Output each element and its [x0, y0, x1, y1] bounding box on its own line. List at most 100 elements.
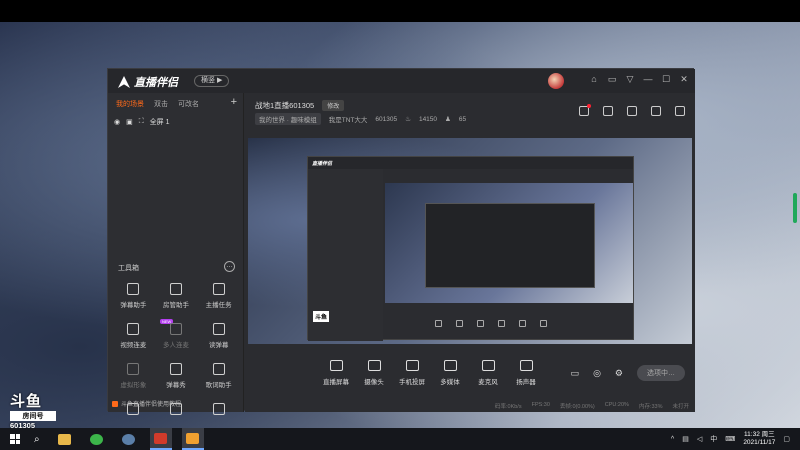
screen-capture-button[interactable]: 直播屏幕	[317, 360, 355, 386]
sidebar: 我的场景 双击 可改名 + ◉ ▣ ⛶ 全屏 1 工具箱 … 弹幕助手 房管助手…	[108, 93, 244, 415]
memory: 内存:33%	[638, 404, 663, 410]
microphone-button[interactable]: 麦克风	[469, 360, 507, 386]
room-label: 房间号	[10, 411, 56, 421]
stream-preview[interactable]: 直播伴侣 斗鱼	[248, 138, 692, 344]
tab-rename[interactable]: 可改名	[178, 99, 199, 109]
phone-cast-button[interactable]: 手机投屏	[393, 360, 431, 386]
inner-icon	[435, 319, 442, 327]
minimize-button[interactable]: —	[643, 74, 653, 84]
tool-danmu-assistant[interactable]: 弹幕助手	[112, 283, 155, 309]
tool-room-manager[interactable]: 房管助手	[155, 283, 198, 309]
danmu-icon	[127, 283, 140, 295]
start-live-button[interactable]: 选项中…	[637, 365, 685, 381]
tutorial-link[interactable]: 斗鱼直播伴侣使用教程	[112, 399, 181, 408]
side-handle[interactable]	[793, 193, 797, 223]
camera-button[interactable]: 摄像头	[355, 360, 393, 386]
tools-header: 工具箱	[118, 265, 139, 272]
logo-icon	[118, 76, 130, 88]
scene-item[interactable]: ◉ ▣ ⛶ 全屏 1	[114, 117, 169, 127]
fullscreen-icon: ⛶	[138, 118, 144, 125]
heat-count: 14150	[418, 115, 438, 123]
gift-icon[interactable]	[579, 104, 591, 116]
media-button[interactable]: 多媒体	[431, 360, 469, 386]
scene-tabs: 我的场景 双击 可改名	[116, 99, 199, 109]
tool-multi-link[interactable]: 多人连麦	[155, 323, 198, 349]
display-icon[interactable]: ▭	[607, 74, 617, 84]
browser-icon[interactable]	[86, 428, 108, 450]
chevron-up-icon[interactable]: ^	[671, 436, 674, 443]
share-icon[interactable]	[675, 106, 685, 116]
danmu-show-icon	[169, 363, 182, 375]
record-icon[interactable]: ▭	[571, 368, 580, 379]
clock[interactable]: 11:32 周三 2021/11/17	[743, 431, 775, 447]
top-black-bar	[0, 0, 800, 22]
douyu-logo: 斗鱼	[10, 393, 43, 410]
search-icon[interactable]: ⌕	[34, 434, 40, 445]
dropped-frames: 丢帧:0(0.00%)	[559, 404, 595, 410]
title-bar[interactable]: 直播伴侣 横竖 ▶ ⌂ ▭ ▽ — ☐ ✕	[108, 69, 695, 93]
header-actions	[579, 104, 685, 116]
lyrics-icon	[212, 363, 225, 375]
ime-indicator[interactable]: 中	[710, 434, 717, 444]
settings-icon[interactable]: ⚙	[615, 368, 623, 379]
tutorial-icon	[112, 400, 118, 407]
tool-lyrics[interactable]: 歌词助手	[197, 363, 240, 389]
streamer-name: 我是TNT大大	[328, 117, 368, 124]
monitor-icon	[329, 360, 343, 371]
close-button[interactable]: ✕	[679, 74, 689, 84]
system-tray: ^ ▤ ◁ 中 ⌨ 11:32 周三 2021/11/17 ▢	[671, 431, 790, 447]
edit-title-button[interactable]: 修改	[322, 100, 345, 111]
stream-controls: ▭ ◎ ⚙ 选项中…	[571, 365, 685, 381]
keyboard-icon[interactable]: ⌨	[725, 435, 735, 443]
taskbar-apps	[54, 428, 204, 450]
mode-badge[interactable]: 横竖 ▶	[194, 75, 230, 87]
app-taskbar-icon[interactable]	[181, 428, 204, 450]
read-danmu-icon	[212, 323, 225, 335]
maximize-button[interactable]: ☐	[661, 74, 671, 84]
live-companion-taskbar-icon[interactable]	[149, 428, 172, 450]
home-icon[interactable]: ⌂	[589, 74, 599, 84]
logo-text: 直播伴侣	[134, 77, 178, 89]
speaker-button[interactable]: 扬声器	[507, 360, 545, 386]
inner-toolbar	[385, 313, 633, 333]
more-tools-button[interactable]: …	[224, 261, 235, 272]
lock-icon[interactable]	[603, 106, 613, 116]
tool-read-danmu[interactable]: 读弹幕	[197, 323, 240, 349]
live-state: 未打开	[672, 404, 689, 410]
source-toolbar: 直播屏幕 摄像头 手机投屏 多媒体 麦克风 扬声器 ▭ ◎ ⚙ 选项中…	[245, 360, 695, 395]
inner-preview	[385, 183, 633, 303]
game-icon	[212, 403, 225, 415]
avatar[interactable]	[548, 73, 564, 89]
volume-icon[interactable]: ◁	[697, 435, 702, 443]
tab-double-click[interactable]: 双击	[154, 99, 168, 109]
dropdown-icon[interactable]: ▽	[625, 74, 635, 84]
add-scene-button[interactable]: +	[231, 96, 237, 108]
speaker-icon	[519, 360, 533, 371]
virtual-avatar-icon	[127, 363, 140, 375]
tool-danmu-show[interactable]: 弹幕秀	[155, 363, 198, 389]
tool-avatar[interactable]: 虚拟形象	[112, 363, 155, 389]
bell-icon[interactable]	[651, 106, 661, 116]
tool-video-link[interactable]: NEW 视频连麦	[112, 319, 174, 349]
video-link-icon	[127, 323, 140, 335]
lock-icon[interactable]: ▣	[126, 118, 133, 126]
eye-icon[interactable]: ◉	[114, 118, 120, 126]
steam-icon[interactable]	[118, 428, 140, 450]
eye-icon[interactable]: ◎	[593, 368, 601, 379]
category-chip[interactable]: 我的世界 · 趣味模组	[255, 113, 321, 125]
fps: FPS:30	[531, 402, 550, 408]
layout-icon[interactable]	[627, 106, 637, 116]
fans-icon: ♟	[445, 116, 451, 123]
inner-icon	[519, 319, 526, 327]
tool-extra-3[interactable]	[197, 403, 240, 415]
inner-inner-preview	[425, 203, 595, 288]
room-meta: 我的世界 · 趣味模组 我是TNT大大 601305 ♨ 14150 ♟ 65	[255, 113, 466, 125]
file-explorer-icon[interactable]	[54, 428, 76, 450]
network-icon[interactable]: ▤	[682, 435, 689, 443]
notification-icon[interactable]: ▢	[783, 435, 790, 443]
task-icon	[212, 283, 225, 295]
tab-my-scenes[interactable]: 我的场景	[116, 99, 144, 109]
bitrate: 码率:0Kb/s	[494, 404, 522, 410]
tool-anchor-task[interactable]: 主播任务	[197, 283, 240, 309]
start-button[interactable]	[10, 434, 20, 444]
